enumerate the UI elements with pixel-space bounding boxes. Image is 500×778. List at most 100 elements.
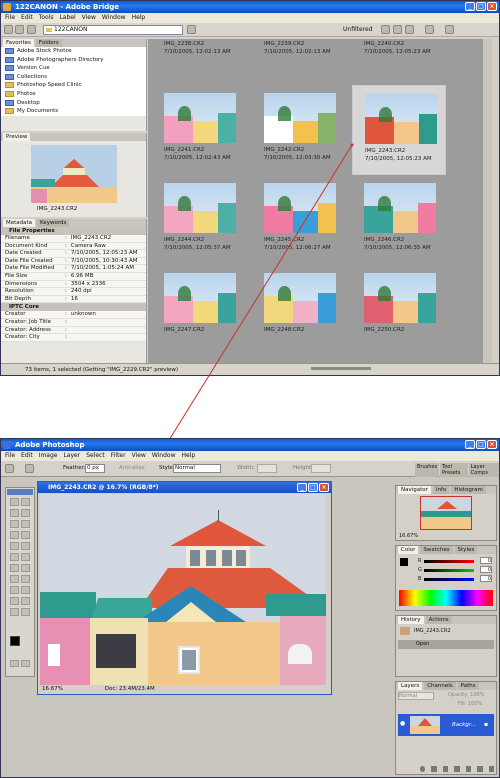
blue-value[interactable]: 0 <box>480 575 492 582</box>
clone-stamp-icon[interactable] <box>10 542 19 550</box>
tab-channels[interactable]: Channels <box>424 682 456 690</box>
green-value[interactable]: 0 <box>480 566 492 573</box>
eraser-tool-icon[interactable] <box>10 553 19 561</box>
crop-tool-icon[interactable] <box>10 520 19 528</box>
menu-layer[interactable]: Layer <box>63 451 80 461</box>
menu-select[interactable]: Select <box>86 451 105 461</box>
minimize-button[interactable]: _ <box>465 440 475 449</box>
mask-icon[interactable] <box>442 766 449 772</box>
magic-wand-icon[interactable] <box>21 509 30 517</box>
layer-style-icon[interactable] <box>431 766 437 772</box>
selection-mode-icon[interactable] <box>25 464 34 473</box>
height-input[interactable] <box>311 464 331 473</box>
notes-tool-icon[interactable] <box>10 597 19 605</box>
blue-slider[interactable] <box>424 578 474 581</box>
eyedropper-icon[interactable] <box>21 597 30 605</box>
tab-styles[interactable]: Styles <box>454 546 478 554</box>
gradient-tool-icon[interactable] <box>21 553 30 561</box>
quick-mask-icon[interactable] <box>21 660 30 667</box>
maximize-button[interactable]: □ <box>476 440 486 449</box>
mid-teal-roof <box>92 598 152 618</box>
blend-mode-dropdown[interactable]: Normal <box>398 692 434 700</box>
menu-window[interactable]: Window <box>152 451 176 461</box>
document-zoom[interactable]: 16.67% <box>40 686 63 692</box>
link-icon[interactable] <box>420 766 426 772</box>
move-tool-icon[interactable] <box>21 498 30 506</box>
color-foreground-swatch[interactable] <box>400 558 408 566</box>
layer-name[interactable]: Backgr... <box>452 722 476 728</box>
document-titlebar: IMG_2243.CR2 @ 16.7% (RGB/8*) _ □ × <box>38 482 331 493</box>
menu-help[interactable]: Help <box>182 451 196 461</box>
marquee-preset-icon[interactable] <box>5 464 14 473</box>
snapshot-thumbnail <box>400 627 410 635</box>
width-label: Width: <box>237 465 255 471</box>
history-palette: History Actions IMG_2243.CR2 Open <box>395 615 497 677</box>
menu-edit[interactable]: Edit <box>21 451 33 461</box>
type-tool-icon[interactable] <box>21 575 30 583</box>
cupola-roof <box>170 520 266 546</box>
minimize-button[interactable]: _ <box>297 483 307 492</box>
red-label: R <box>418 558 422 564</box>
tab-actions[interactable]: Actions <box>425 616 452 624</box>
hand-tool-icon[interactable] <box>10 608 19 616</box>
history-snapshot[interactable]: IMG_2243.CR2 <box>414 628 451 634</box>
photoshop-menubar: File Edit Image Layer Select Filter View… <box>1 451 499 461</box>
path-select-icon[interactable] <box>10 575 19 583</box>
photoshop-title: Adobe Photoshop <box>15 441 85 449</box>
fill-field[interactable]: Fill: 100% <box>458 701 482 707</box>
menu-view[interactable]: View <box>132 451 146 461</box>
tab-tool-presets[interactable]: Tool Presets <box>440 463 468 477</box>
history-brush-icon[interactable] <box>21 542 30 550</box>
standard-mode-icon[interactable] <box>10 660 19 667</box>
tab-histogram[interactable]: Histogram <box>451 486 486 494</box>
tab-color[interactable]: Color <box>398 546 419 554</box>
red-slider[interactable] <box>424 560 474 563</box>
close-button[interactable]: × <box>487 440 497 449</box>
image-canvas[interactable] <box>40 494 326 686</box>
eye-icon[interactable]: ● <box>400 720 405 727</box>
opacity-field[interactable]: Opacity: 100% <box>448 692 484 698</box>
tab-brushes[interactable]: Brushes <box>415 463 440 477</box>
tab-paths[interactable]: Paths <box>457 682 479 690</box>
dodge-tool-icon[interactable] <box>21 564 30 572</box>
slice-tool-icon[interactable] <box>21 520 30 528</box>
navigator-zoom[interactable]: 16.67% <box>399 533 418 539</box>
feather-input[interactable]: 0 px <box>85 464 105 473</box>
menu-image[interactable]: Image <box>39 451 58 461</box>
adjustment-icon[interactable] <box>454 766 460 772</box>
maximize-button[interactable]: □ <box>308 483 318 492</box>
shape-tool-icon[interactable] <box>21 586 30 594</box>
delete-layer-icon[interactable] <box>488 766 494 772</box>
close-button[interactable]: × <box>319 483 329 492</box>
marquee-tool-icon[interactable] <box>10 498 19 506</box>
tab-swatches[interactable]: Swatches <box>420 546 453 554</box>
history-state-row[interactable] <box>398 640 494 649</box>
history-state-open[interactable]: Open <box>416 641 429 647</box>
tab-history[interactable]: History <box>398 616 424 624</box>
blur-tool-icon[interactable] <box>10 564 19 572</box>
red-value[interactable]: 0 <box>480 557 492 564</box>
healing-brush-icon[interactable] <box>10 531 19 539</box>
layer-thumbnail <box>410 716 440 734</box>
green-slider[interactable] <box>424 569 474 572</box>
brush-tool-icon[interactable] <box>21 531 30 539</box>
menu-filter[interactable]: Filter <box>111 451 126 461</box>
zoom-tool-icon[interactable] <box>21 608 30 616</box>
navigator-thumbnail[interactable] <box>420 496 472 530</box>
layers-footer <box>398 766 494 774</box>
photoshop-titlebar: Adobe Photoshop _ □ × <box>1 439 499 451</box>
tab-navigator[interactable]: Navigator <box>398 486 431 494</box>
new-group-icon[interactable] <box>465 766 472 772</box>
color-spectrum-bar[interactable] <box>399 590 493 606</box>
style-dropdown[interactable]: Normal <box>173 464 221 473</box>
antialias-checkbox[interactable]: Anti-alias <box>119 465 145 471</box>
menu-file[interactable]: File <box>5 451 15 461</box>
tab-layers[interactable]: Layers <box>398 682 423 690</box>
lasso-tool-icon[interactable] <box>10 509 19 517</box>
pen-tool-icon[interactable] <box>10 586 19 594</box>
new-layer-icon[interactable] <box>477 766 483 772</box>
foreground-color-swatch[interactable] <box>10 636 20 646</box>
tab-info[interactable]: Info <box>432 486 450 494</box>
tab-layer-comps[interactable]: Layer Comps <box>468 463 499 477</box>
width-input[interactable] <box>257 464 277 473</box>
